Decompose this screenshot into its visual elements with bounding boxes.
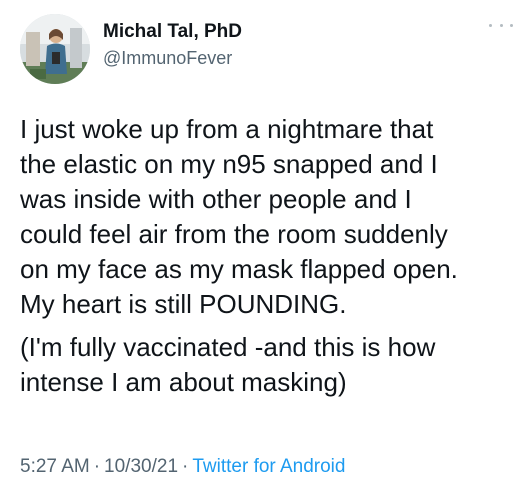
tweet-metadata: 5:27 AM · 10/30/21 · Twitter for Android <box>20 455 345 479</box>
tweet-paragraph-2: (I'm fully vaccinated -and this is how i… <box>20 330 520 400</box>
author-names: Michal Tal, PhD @ImmunoFever <box>103 20 242 70</box>
tweet-source-link[interactable]: Twitter for Android <box>192 456 345 477</box>
text-line: on my face as my mask flapped open. <box>20 254 458 284</box>
text-line: could feel air from the room suddenly <box>20 219 448 249</box>
tweet-text: I just woke up from a nightmare that the… <box>20 112 520 400</box>
tweet-card: Michal Tal, PhD @ImmunoFever I just woke… <box>0 0 527 500</box>
display-name[interactable]: Michal Tal, PhD <box>103 20 242 44</box>
profile-photo-icon <box>20 14 90 84</box>
dot <box>510 23 513 27</box>
text-line: was inside with other people and I <box>20 184 412 214</box>
separator: · <box>182 456 189 477</box>
tweet-header: Michal Tal, PhD @ImmunoFever <box>20 14 513 84</box>
separator: · <box>93 456 101 477</box>
tweet-paragraph-1: I just woke up from a nightmare that the… <box>20 112 520 322</box>
tweet-time[interactable]: 5:27 AM <box>20 456 90 477</box>
user-handle[interactable]: @ImmunoFever <box>103 46 242 70</box>
text-line: the elastic on my n95 snapped and I <box>20 149 438 179</box>
text-line: (I'm fully vaccinated -and this is how <box>20 332 436 362</box>
tweet-date[interactable]: 10/30/21 <box>104 456 178 477</box>
avatar[interactable] <box>20 14 90 84</box>
text-line: I just woke up from a nightmare that <box>20 114 434 144</box>
text-line: intense I am about masking) <box>20 367 347 397</box>
text-line: My heart is still POUNDING. <box>20 289 347 319</box>
dot <box>499 23 503 27</box>
ellipsis-icon[interactable] <box>489 16 513 34</box>
dot <box>489 23 492 27</box>
